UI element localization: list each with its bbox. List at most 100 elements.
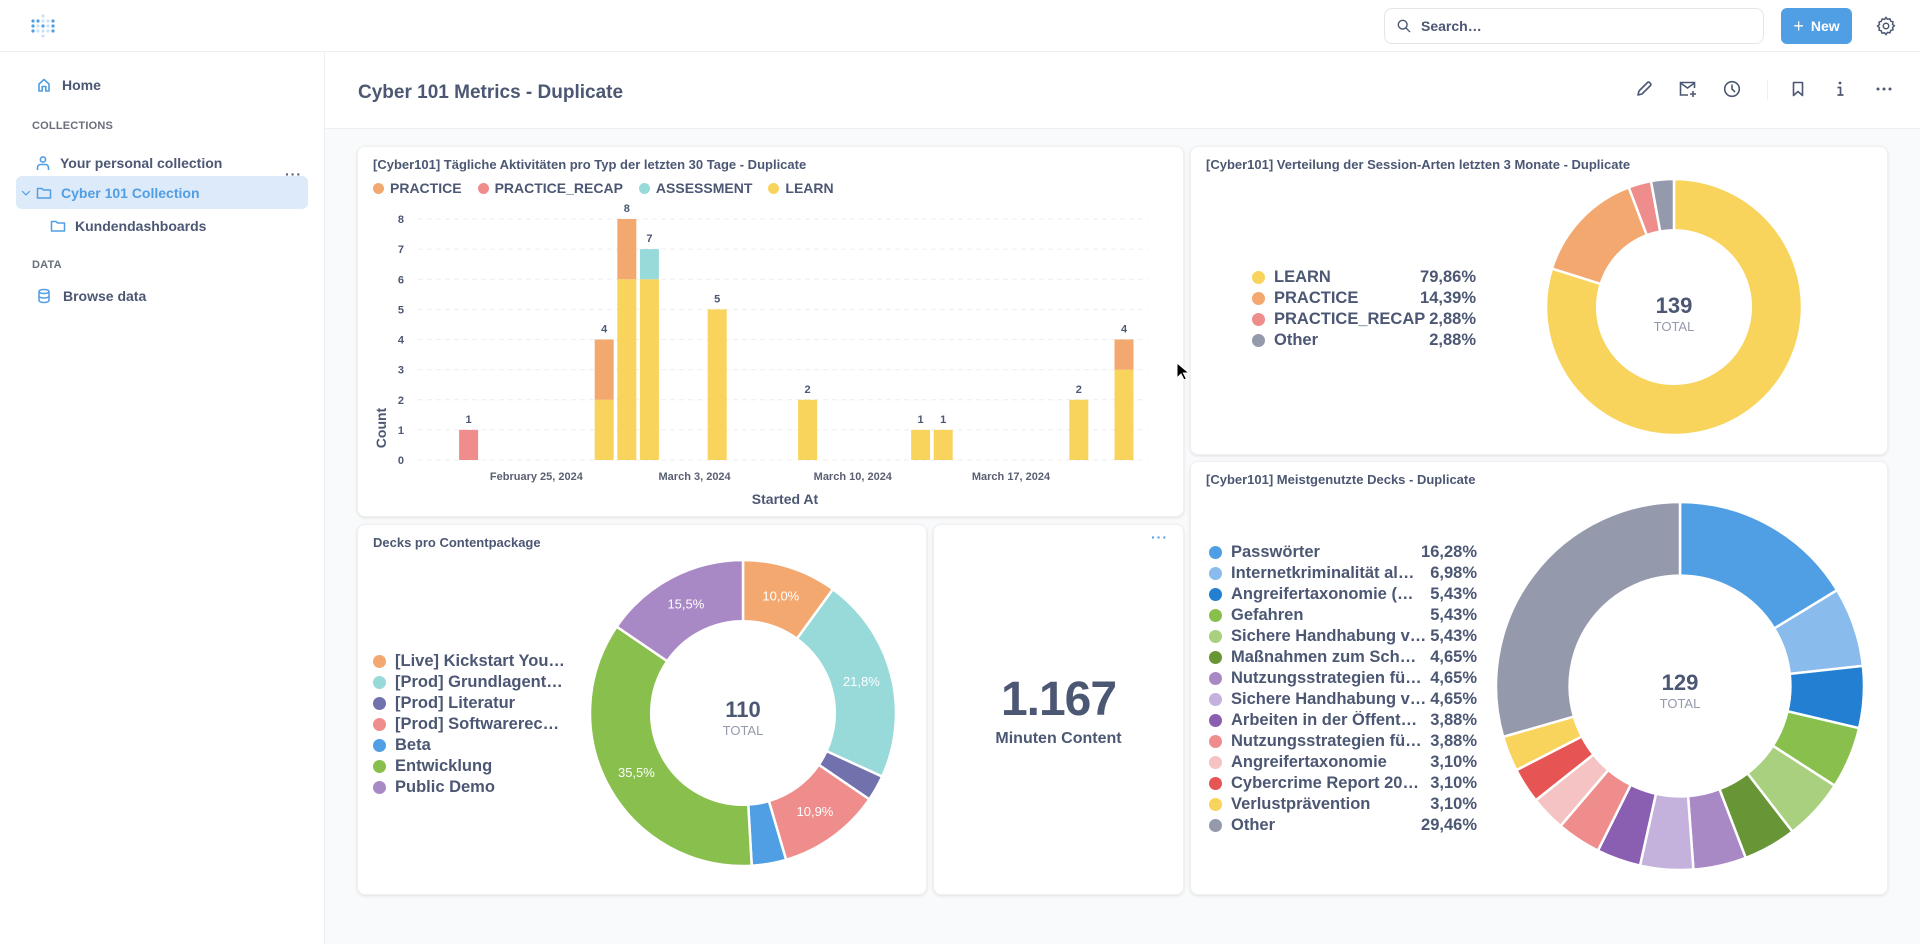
bar-segment-learn[interactable] [1114,369,1134,460]
legend-item[interactable]: Nutzungsstrategien fü… 3,88% [1209,731,1477,752]
pie-slice[interactable] [588,624,754,868]
legend-dot [1252,334,1265,347]
legend-item[interactable]: [Prod] Softwarerec… [373,714,573,735]
bar-segment-practice[interactable] [594,339,614,400]
bar-segment-learn[interactable] [911,429,931,460]
bar-segment-assessment[interactable] [639,249,659,280]
gear-icon[interactable] [1875,15,1897,37]
pencil-icon [1637,81,1652,96]
legend-item[interactable]: [Prod] Grundlagent… [373,672,573,693]
bar-data-label: 1 [466,414,472,426]
legend-percent: 79,86% [1420,268,1476,286]
packages-donut-chart: 10,0% 21,8% 10,9% 35,5% 15,5% 110TOTAL [588,558,898,868]
bar-data-label: 7 [646,233,652,245]
donut-total-label: TOTAL [723,723,764,738]
pie-legend: LEARN 79,86% PRACTICE 14,39% PRACTICE_RECAP 2… [1252,267,1476,351]
card-most-used-decks[interactable]: [Cyber101] Meistgenutzte Decks - Duplica… [1190,461,1888,895]
legend-dot [1209,777,1222,790]
legend-item[interactable]: Angreifertaxonomie (… 5,43% [1209,584,1477,605]
bar-segment-practice-recap[interactable] [459,429,479,460]
bar-segment-practice[interactable] [617,219,637,280]
donut-total-value: 139 [1656,293,1693,318]
donut-total-label: TOTAL [1660,696,1701,711]
legend-label: Sichere Handhabung v… [1231,690,1427,708]
legend-percent: 4,65% [1430,669,1477,687]
bar-data-label: 8 [624,203,630,215]
info-button[interactable] [1830,79,1850,99]
legend-item[interactable]: Public Demo [373,777,573,798]
legend-item[interactable]: PRACTICE 14,39% [1252,288,1476,309]
card-decks-per-package[interactable]: Decks pro Contentpackage [Live] Kickstar… [357,524,927,895]
legend-dot [373,655,386,668]
sidebar-item-home[interactable]: Home [16,68,308,101]
search-box[interactable] [1384,8,1764,44]
legend-item[interactable]: Sichere Handhabung v… 5,43% [1209,626,1477,647]
slice-pct-label: 10,9% [797,804,834,819]
legend-item[interactable]: Angreifertaxonomie 3,10% [1209,752,1477,773]
bar-data-label: 4 [1121,324,1128,336]
y-tick-label: 8 [398,214,404,226]
legend-item[interactable]: Passwörter 16,28% [1209,542,1477,563]
legend-label: [Live] Kickstart You… [395,652,565,670]
pie-slice[interactable] [1550,185,1649,286]
legend-label: Angreifertaxonomie (… [1231,585,1414,603]
legend-item[interactable]: Other 29,46% [1209,815,1477,836]
card-session-distribution[interactable]: [Cyber101] Verteilung der Session-Arten … [1190,146,1888,455]
sidebar-item-cyber-101-collection[interactable]: Cyber 101 Collection [16,176,308,209]
data-section-label: DATA [32,259,62,271]
legend-label: LEARN [1274,268,1331,286]
new-button[interactable]: + New [1781,8,1852,44]
card-daily-activities[interactable]: [Cyber101] Tägliche Aktivitäten pro Typ … [357,146,1184,517]
pie-slice[interactable] [1494,500,1682,739]
bar-segment-learn[interactable] [1069,399,1089,460]
bookmark-button[interactable] [1788,79,1808,99]
legend-item[interactable]: Internetkriminalität al… 6,98% [1209,563,1477,584]
sidebar-item-browse-data[interactable]: Browse data [16,279,308,312]
legend-dot [1209,819,1222,832]
bar-data-label: 2 [1076,384,1082,396]
legend-item[interactable]: PRACTICE_RECAP 2,88% [1252,309,1476,330]
edit-dashboard-button[interactable] [1634,79,1654,99]
legend-item[interactable]: Gefahren 5,43% [1209,605,1477,626]
subscriptions-button[interactable] [1678,79,1698,99]
legend-item[interactable]: Nutzungsstrategien fü… 4,65% [1209,668,1477,689]
search-input[interactable] [1421,18,1721,34]
bar-segment-learn[interactable] [617,279,637,460]
legend-item[interactable]: Cybercrime Report 20… 3,10% [1209,773,1477,794]
bar-segment-learn[interactable] [594,399,614,460]
legend-dot [373,697,386,710]
card-minutes-content[interactable]: ··· 1.167 Minuten Content [933,524,1184,895]
legend-item[interactable]: [Live] Kickstart You… [373,651,573,672]
bar-segment-learn[interactable] [933,429,953,460]
more-options-button[interactable] [1874,79,1894,99]
bar-segment-practice[interactable] [1114,339,1134,370]
metabase-logo-icon[interactable] [30,13,58,41]
legend-label: Sichere Handhabung v… [1231,627,1427,645]
chevron-down-icon[interactable] [20,187,32,199]
sidebar-item-kundendashboards[interactable]: Kundendashboards [16,209,308,242]
legend-label: [Prod] Literatur [395,694,516,712]
clock-icon [1723,80,1741,98]
bar-segment-learn[interactable] [798,399,818,460]
sidebar-item-personal-collection[interactable]: Your personal collection [16,146,308,179]
legend-item[interactable]: Sichere Handhabung v… 4,65% [1209,689,1477,710]
legend-item[interactable]: Arbeiten in der Öffent… 3,88% [1209,710,1477,731]
history-button[interactable] [1722,79,1742,99]
legend-item[interactable]: LEARN 79,86% [1252,267,1476,288]
pie-legend: [Live] Kickstart You… [Prod] Grundlagent…… [373,651,573,798]
legend-dot [1209,735,1222,748]
legend-item[interactable]: Entwicklung [373,756,573,777]
legend-item[interactable]: Maßnahmen zum Sch… 4,65% [1209,647,1477,668]
y-axis-label: Count [373,407,389,448]
legend-item[interactable]: [Prod] Literatur [373,693,573,714]
legend-item[interactable]: Beta [373,735,573,756]
sidebar: Home COLLECTIONS ··· Your personal colle… [0,52,325,944]
legend-percent: 4,65% [1430,690,1477,708]
legend-item[interactable]: Verlustprävention 3,10% [1209,794,1477,815]
legend-percent: 5,43% [1430,585,1477,603]
bar-segment-learn[interactable] [707,309,727,460]
legend-label: Beta [395,736,431,754]
more-icon[interactable]: ··· [1151,529,1168,545]
legend-item[interactable]: Other 2,88% [1252,330,1476,351]
bar-segment-learn[interactable] [639,279,659,460]
